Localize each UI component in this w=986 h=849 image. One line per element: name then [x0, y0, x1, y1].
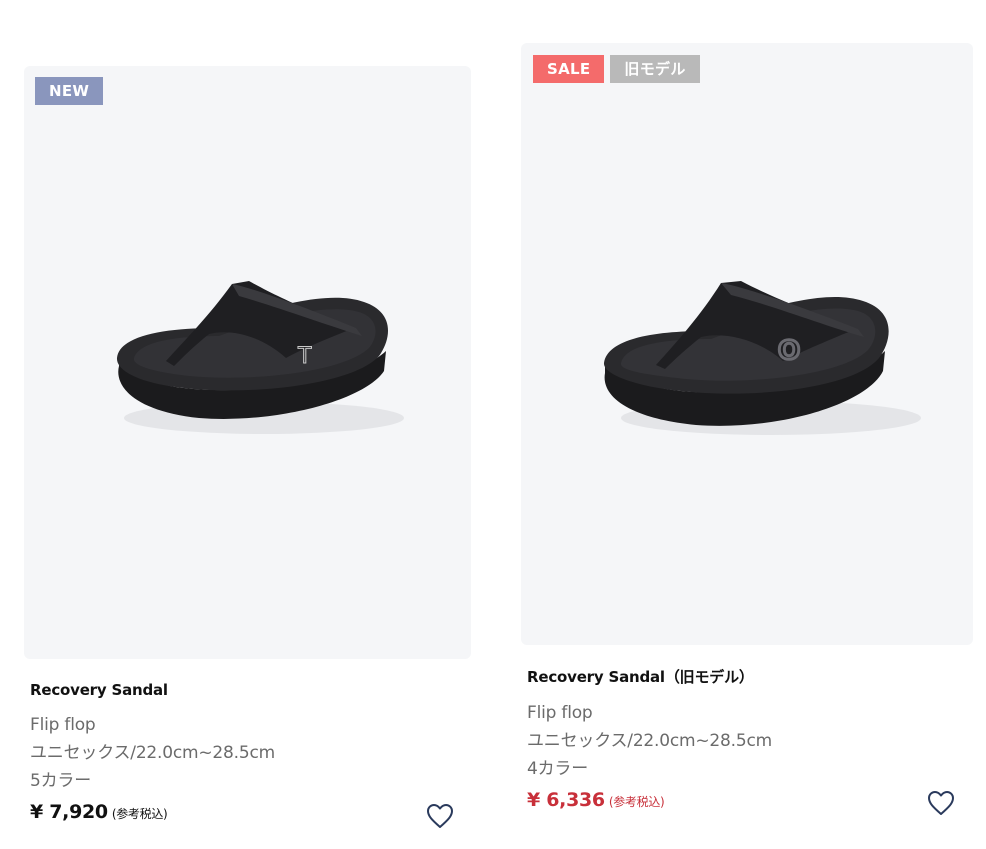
product-name[interactable]: Recovery Sandal	[30, 681, 471, 699]
new-badge: NEW	[35, 77, 104, 105]
product-type: Flip flop	[30, 715, 96, 735]
sale-badge: SALE	[533, 55, 605, 83]
tax-note: (参考税込)	[111, 807, 168, 821]
price-row: ¥ 6,336 (参考税込)	[527, 789, 973, 811]
product-image-container[interactable]: SALE 旧モデル O	[521, 43, 973, 645]
sandal-logo-mark: T	[297, 344, 312, 369]
sandal-logo-mark: O	[778, 336, 800, 366]
product-price: ¥ 7,920	[30, 801, 108, 823]
old-model-badge: 旧モデル	[610, 55, 700, 83]
product-colors: 5カラー	[30, 771, 92, 791]
favorite-button[interactable]	[925, 787, 957, 819]
badge-group: NEW	[35, 77, 104, 105]
heart-outline-icon	[427, 804, 453, 828]
product-card[interactable]: NEW T Recovery Sandal Flip flop ユニセックス/2…	[24, 66, 471, 828]
product-colors: 4カラー	[527, 759, 589, 779]
badge-group: SALE 旧モデル	[533, 55, 700, 83]
product-image-container[interactable]: NEW T	[24, 66, 471, 659]
sandal-image: O	[603, 281, 921, 435]
favorite-button[interactable]	[424, 800, 456, 832]
product-size: ユニセックス/22.0cm~28.5cm	[527, 731, 772, 751]
sandal-image: T	[116, 281, 404, 434]
product-type: Flip flop	[527, 703, 593, 723]
product-info: Recovery Sandal Flip flop ユニセックス/22.0cm~…	[24, 681, 471, 823]
product-size: ユニセックス/22.0cm~28.5cm	[30, 743, 275, 763]
product-name[interactable]: Recovery Sandal（旧モデル）	[527, 666, 973, 687]
price-row: ¥ 7,920 (参考税込)	[30, 801, 471, 823]
tax-note: (参考税込)	[608, 795, 665, 809]
product-info: Recovery Sandal（旧モデル） Flip flop ユニセックス/2…	[521, 666, 973, 811]
product-card[interactable]: SALE 旧モデル O Recovery Sandal（旧モデル） Flip f…	[521, 43, 973, 815]
product-price: ¥ 6,336	[527, 789, 605, 811]
heart-outline-icon	[928, 791, 954, 815]
